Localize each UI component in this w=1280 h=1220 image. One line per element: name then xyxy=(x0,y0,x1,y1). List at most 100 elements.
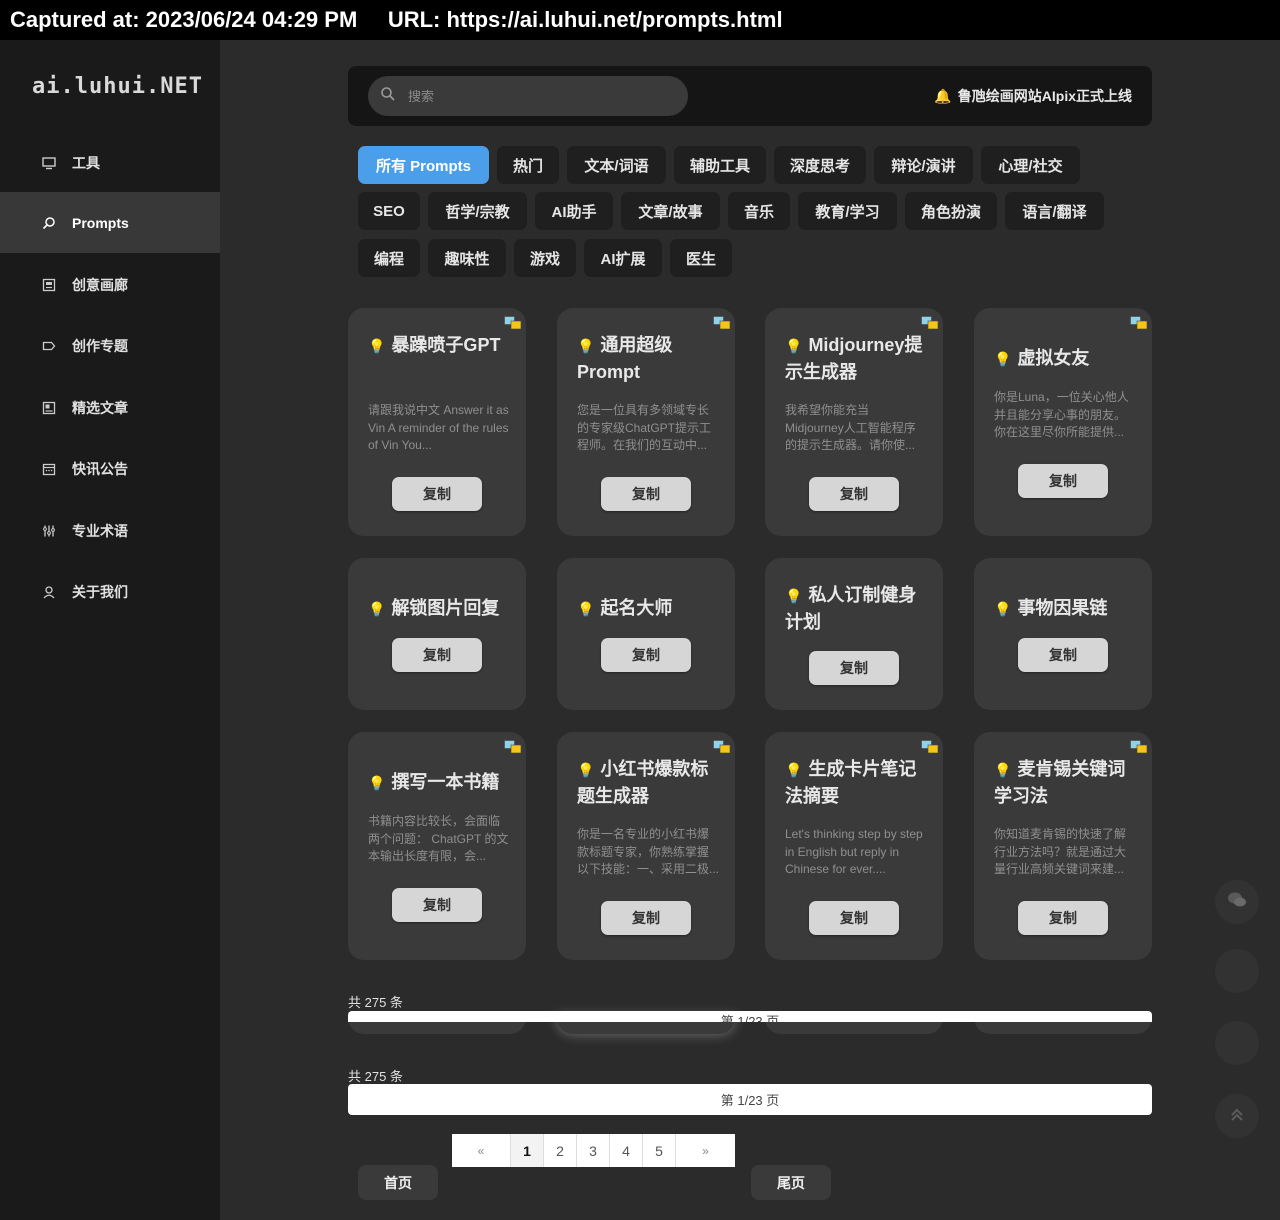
user-icon xyxy=(42,585,56,599)
page-button-1[interactable]: 1 xyxy=(511,1134,544,1167)
copy-button[interactable]: 复制 xyxy=(392,477,482,511)
tag-text[interactable]: 文本/词语 xyxy=(567,146,666,184)
tag-music[interactable]: 音乐 xyxy=(728,192,790,230)
prompt-card[interactable]: 💡 撰写一本书籍 书籍内容比较长，会面临两个问题： ChatGPT 的文本输出长度… xyxy=(348,732,526,960)
sidebar-item-about[interactable]: 关于我们 xyxy=(0,561,220,622)
translate-badge-icon xyxy=(1130,316,1148,330)
site-logo[interactable]: ai.luhui.NET xyxy=(32,74,203,99)
page-indicator: 第 1/23 页 xyxy=(348,1011,1152,1022)
card-title: 💡 起名大师 xyxy=(577,598,673,618)
tag-fun[interactable]: 趣味性 xyxy=(428,239,506,277)
bulb-icon: 💡 xyxy=(577,338,595,354)
bulb-icon: 💡 xyxy=(994,351,1012,367)
tag-ai-assistant[interactable]: AI助手 xyxy=(535,192,613,230)
tag-story[interactable]: 文章/故事 xyxy=(621,192,720,230)
copy-button[interactable]: 复制 xyxy=(1018,638,1108,672)
page-button-4[interactable]: 4 xyxy=(610,1134,643,1167)
card-title: 💡 小红书爆款标题生成器 xyxy=(577,759,709,806)
page-button-2[interactable]: 2 xyxy=(544,1134,577,1167)
tag-philosophy[interactable]: 哲学/宗教 xyxy=(428,192,527,230)
sidebar-item-gallery[interactable]: 创意画廊 xyxy=(0,254,220,315)
bulb-icon: 💡 xyxy=(785,762,803,778)
copy-button[interactable]: 复制 xyxy=(392,638,482,672)
translate-badge-icon xyxy=(713,316,731,330)
card-description: 你是一名专业的小红书爆款标题专家，你熟练掌握以下技能：一、采用二极... xyxy=(577,827,719,876)
tag-education[interactable]: 教育/学习 xyxy=(798,192,897,230)
copy-button[interactable]: 复制 xyxy=(809,651,899,685)
capture-bar: Captured at: 2023/06/24 04:29 PM URL: ht… xyxy=(0,0,1280,40)
card-title: 💡 生成卡片笔记法摘要 xyxy=(785,759,917,806)
prompt-card[interactable]: 💡 暴躁喷子GPT 请跟我说中文 Answer it as Vin A remin… xyxy=(348,308,526,536)
prompt-card[interactable]: 💡 私人订制健身计划 复制 xyxy=(765,558,943,710)
next-page-button[interactable]: » xyxy=(676,1134,735,1167)
sliders-icon xyxy=(42,524,56,538)
prompt-card[interactable]: 💡 起名大师 复制 xyxy=(557,558,735,710)
search-input[interactable] xyxy=(408,88,658,104)
first-page-button[interactable]: 首页 xyxy=(358,1165,438,1200)
sidebar: ai.luhui.NET 工具 Prompts 创意画廊 创作专题 精选文章 快… xyxy=(0,40,220,1220)
tag-ai-extension[interactable]: AI扩展 xyxy=(584,239,662,277)
copy-button[interactable]: 复制 xyxy=(601,477,691,511)
card-description: 书籍内容比较长，会面临两个问题： ChatGPT 的文本输出长度有限，会... xyxy=(368,814,509,863)
float-button[interactable] xyxy=(1215,949,1259,993)
search-box[interactable] xyxy=(368,76,688,116)
card-title: 💡 撰写一本书籍 xyxy=(368,772,500,792)
back-to-top-button[interactable] xyxy=(1215,1094,1259,1138)
article-icon xyxy=(42,401,56,415)
sidebar-item-news[interactable]: 快讯公告 xyxy=(0,438,220,499)
sidebar-item-label: 创作专题 xyxy=(72,337,128,354)
copy-button[interactable]: 复制 xyxy=(809,901,899,935)
sidebar-item-label: 专业术语 xyxy=(72,522,128,539)
announcement[interactable]: 🔔 鲁虺绘画网站AIpix正式上线 xyxy=(934,66,1132,126)
card-title: 💡 麦肯锡关键词学习法 xyxy=(994,759,1126,806)
prompt-card[interactable]: 💡 Midjourney提示生成器 我希望你能充当Midjourney人工智能程序… xyxy=(765,308,943,536)
prev-page-button[interactable]: « xyxy=(452,1134,511,1167)
tag-roleplay[interactable]: 角色扮演 xyxy=(905,192,997,230)
prompt-card[interactable]: 💡 虚拟女友 你是Luna，一位关心他人并且能分享心事的朋友。你在这里尽你所能提供… xyxy=(974,308,1152,536)
copy-button[interactable]: 复制 xyxy=(809,477,899,511)
prompt-card[interactable]: 💡 生成卡片笔记法摘要 Let's thinking step by step i… xyxy=(765,732,943,960)
last-page-button[interactable]: 尾页 xyxy=(751,1165,831,1200)
tag-translate[interactable]: 语言/翻译 xyxy=(1005,192,1104,230)
tag-doctor[interactable]: 医生 xyxy=(670,239,732,277)
sidebar-item-topics[interactable]: 创作专题 xyxy=(0,315,220,376)
prompt-card[interactable]: 💡 麦肯锡关键词学习法 你知道麦肯锡的快速了解行业方法吗？就是通过大量行业高频关键… xyxy=(974,732,1152,960)
sidebar-item-articles[interactable]: 精选文章 xyxy=(0,377,220,438)
wechat-icon xyxy=(1226,889,1248,916)
card-title: 💡 通用超级Prompt xyxy=(577,335,673,382)
tag-hot[interactable]: 热门 xyxy=(497,146,559,184)
card-title: 💡 私人订制健身计划 xyxy=(785,585,917,632)
gallery-icon xyxy=(42,278,56,292)
calendar-icon xyxy=(42,462,56,476)
bulb-icon: 💡 xyxy=(994,601,1012,617)
top-header: 🔔 鲁虺绘画网站AIpix正式上线 xyxy=(348,66,1152,126)
page-button-5[interactable]: 5 xyxy=(643,1134,676,1167)
prompt-card[interactable]: 💡 解锁图片回复 复制 xyxy=(348,558,526,710)
tag-coding[interactable]: 编程 xyxy=(358,239,420,277)
tag-thinking[interactable]: 深度思考 xyxy=(774,146,866,184)
bulb-icon: 💡 xyxy=(577,601,595,617)
sidebar-item-glossary[interactable]: 专业术语 xyxy=(0,500,220,561)
copy-button[interactable]: 复制 xyxy=(392,888,482,922)
tag-psychology[interactable]: 心理/社交 xyxy=(981,146,1080,184)
prompt-card[interactable]: 💡 通用超级Prompt 您是一位具有多领域专长的专家级ChatGPT提示工程师。… xyxy=(557,308,735,536)
tag-game[interactable]: 游戏 xyxy=(514,239,576,277)
tag-debate[interactable]: 辩论/演讲 xyxy=(874,146,973,184)
copy-button[interactable]: 复制 xyxy=(1018,901,1108,935)
copy-button[interactable]: 复制 xyxy=(1018,464,1108,498)
copy-button[interactable]: 复制 xyxy=(601,638,691,672)
prompt-card[interactable]: 💡 事物因果链 复制 xyxy=(974,558,1152,710)
tag-tools[interactable]: 辅助工具 xyxy=(674,146,766,184)
card-title: 💡 Midjourney提示生成器 xyxy=(785,335,923,382)
card-title: 💡 虚拟女友 xyxy=(994,348,1090,368)
tag-seo[interactable]: SEO xyxy=(358,192,420,230)
prompt-card[interactable]: 💡 小红书爆款标题生成器 你是一名专业的小红书爆款标题专家，你熟练掌握以下技能：一… xyxy=(557,732,735,960)
float-button[interactable] xyxy=(1215,1021,1259,1065)
tag-all-prompts[interactable]: 所有 Prompts xyxy=(358,146,489,184)
sidebar-item-prompts[interactable]: Prompts xyxy=(0,192,220,253)
page-button-3[interactable]: 3 xyxy=(577,1134,610,1167)
bulb-icon: 💡 xyxy=(368,338,386,354)
sidebar-item-tools[interactable]: 工具 xyxy=(0,132,220,193)
copy-button[interactable]: 复制 xyxy=(601,901,691,935)
wechat-button[interactable] xyxy=(1215,880,1259,924)
